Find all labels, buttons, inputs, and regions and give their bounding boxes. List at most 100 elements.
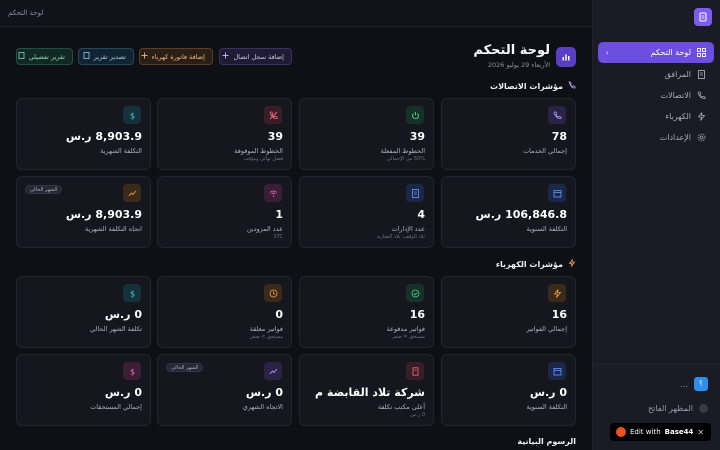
base44-logo-icon <box>616 427 626 437</box>
theme-toggle[interactable]: المظهر الفاتح <box>604 401 708 415</box>
kpi-card-providers: 1 عدد المزودين STC <box>157 176 292 248</box>
kpi-card-monthly-cost: $ 8,903.9 ر.س التكلفة الشهرية <box>16 98 151 170</box>
kpi-card-total-services: 78 إجمالي الخدمات <box>441 98 576 170</box>
kpi-card-paid-invoices: 16 فواتير مدفوعة مستحق = صفر <box>299 276 434 348</box>
kpi-sub: 50% من الإجمالي <box>386 156 425 162</box>
kpi-value: 1 <box>275 208 283 221</box>
file-icon <box>18 52 25 61</box>
badge-brand: Base44 <box>664 428 694 436</box>
kpi-label: الخطوط الموقوفة <box>234 147 283 155</box>
section-label: مؤشرات الاتصالات <box>490 81 563 91</box>
sidebar-item-communications[interactable]: الاتصالات <box>598 85 714 106</box>
phone-icon <box>697 91 706 100</box>
sidebar-item-label: الإعدادات <box>659 133 691 142</box>
kpi-card-suspended-lines: 39 الخطوط الموقوفة فصل نهائي ومؤقت <box>157 98 292 170</box>
power-icon <box>406 106 424 124</box>
current-month-tag: الشهر الحالي <box>166 363 204 372</box>
kpi-sub: STC <box>273 234 283 240</box>
building-icon <box>406 184 424 202</box>
kpi-card-pending-invoices: 0 فواتير معلقة مستحق > صفر <box>157 276 292 348</box>
file-icon <box>83 52 90 61</box>
add-call-record-button[interactable]: إضافة سجل اتصال <box>219 48 292 65</box>
kpi-card-elec-annual-cost: 0 ر.س التكلفة السنوية <box>441 354 576 426</box>
dollar-icon: $ <box>123 284 141 302</box>
phone-icon <box>568 81 576 91</box>
detailed-report-button[interactable]: تقرير تفصيلي <box>16 48 73 65</box>
svg-text:$: $ <box>129 367 134 376</box>
receipt-icon <box>406 362 424 380</box>
kpi-label: إجمالي الفواتير <box>526 325 567 333</box>
plus-icon <box>141 52 148 61</box>
section-label: مؤشرات الكهرباء <box>495 259 563 269</box>
calendar-icon <box>548 362 566 380</box>
badge-text: Edit with <box>630 428 661 436</box>
chevron-left-icon: ‹ <box>606 48 609 57</box>
detail-label: تقرير تفصيلي <box>28 52 65 61</box>
kpi-label: الاتجاه الشهري <box>242 403 283 411</box>
sidebar-item-label: المرافق <box>664 70 691 79</box>
kpi-sub: 0 ر.س <box>410 412 425 418</box>
kpi-label: أعلى مكتب تكلفة <box>377 403 425 411</box>
kpi-value: 8,903.9 ر.س <box>65 130 142 143</box>
kpi-sub: مستحق = صفر <box>392 334 425 340</box>
kpi-label: إجمالي الخدمات <box>522 147 567 155</box>
theme-toggle-label: المظهر الفاتح <box>647 403 693 413</box>
kpi-value: 0 ر.س <box>104 386 142 399</box>
svg-text:$: $ <box>129 289 134 298</box>
section-title-electricity: مؤشرات الكهرباء <box>496 259 576 269</box>
kpi-card-departments: 4 عدد الإدارات تلاد الوقف، تلاد العقارية <box>299 176 434 248</box>
add-electricity-invoice-button[interactable]: إضافة فاتورة كهرباء <box>139 48 213 65</box>
kpi-label: التكلفة الشهرية <box>100 147 142 155</box>
kpi-card-monthly-cost-trend: الشهر الحالي 8,903.9 ر.س اتجاه التكلفة ا… <box>16 176 151 248</box>
kpi-label: فواتير معلقة <box>249 325 283 333</box>
kpi-value: 106,846.8 ر.س <box>475 208 567 221</box>
avatar: ؟ <box>694 377 708 391</box>
kpi-value: 39 <box>409 130 425 143</box>
kpi-label: إجمالي المستحقات <box>90 403 142 411</box>
breadcrumb: لوحة التحكم <box>8 9 44 17</box>
kpi-sub: فصل نهائي ومؤقت <box>243 156 283 162</box>
kpi-label: عدد المزودين <box>246 225 283 233</box>
user-profile[interactable]: ؟ ... <box>604 377 708 391</box>
plus-icon <box>222 52 229 61</box>
kpi-card-top-office-cost: شركة تلاد القابضة م أعلى مكتب تكلفة 0 ر.… <box>299 354 434 426</box>
kpi-label: الخطوط المفعلة <box>380 147 425 155</box>
sidebar-item-label: الاتصالات <box>660 91 691 100</box>
kpi-value: 0 <box>275 308 283 321</box>
moon-icon <box>699 403 708 413</box>
kpi-card-total-dues: $ 0 ر.س إجمالي المستحقات <box>16 354 151 426</box>
kpi-card-current-month-cost: $ 0 ر.س تكلفة الشهر الحالي <box>16 276 151 348</box>
kpi-card-annual-cost: 106,846.8 ر.س التكلفة السنوية <box>441 176 576 248</box>
section-label: الرسوم البيانية <box>517 437 576 446</box>
dollar-icon: $ <box>123 362 141 380</box>
bolt-icon <box>548 284 566 302</box>
kpi-label: اتجاه التكلفة الشهرية <box>84 225 142 233</box>
kpi-value: 0 ر.س <box>245 386 283 399</box>
page-title: لوحة التحكم <box>473 43 550 58</box>
kpi-label: تكلفة الشهر الحالي <box>90 325 142 333</box>
sidebar-item-settings[interactable]: الإعدادات <box>598 127 714 148</box>
section-title-communications: مؤشرات الاتصالات <box>490 81 576 91</box>
sidebar-divider <box>592 364 720 365</box>
sidebar-item-dashboard[interactable]: لوحة التحكم ‹ <box>598 42 714 63</box>
add-invoice-label: إضافة فاتورة كهرباء <box>151 52 205 61</box>
top-bar: لوحة التحكم <box>0 0 592 27</box>
dashboard-chart-icon <box>556 47 576 67</box>
edit-with-base44-badge[interactable]: Edit with Base44 ✕ <box>610 423 711 441</box>
trend-icon <box>123 184 141 202</box>
kpi-value: 16 <box>409 308 425 321</box>
sidebar-item-electricity[interactable]: الكهرباء <box>598 106 714 127</box>
sidebar-item-label: لوحة التحكم <box>650 48 691 57</box>
kpi-label: عدد الإدارات <box>391 225 425 233</box>
phone-icon <box>548 106 566 124</box>
section-title-charts: الرسوم البيانية <box>517 437 576 446</box>
add-call-label: إضافة سجل اتصال <box>233 52 284 61</box>
app-logo-icon[interactable] <box>694 8 712 26</box>
gear-icon <box>697 133 706 142</box>
kpi-value: 8,903.9 ر.س <box>65 208 142 221</box>
close-icon[interactable]: ✕ <box>697 428 704 437</box>
sidebar-item-facilities[interactable]: المرافق <box>598 64 714 85</box>
kpi-value: 78 <box>551 130 567 143</box>
kpi-value: 0 ر.س <box>529 386 567 399</box>
export-report-button[interactable]: تصدير تقرير <box>78 48 134 65</box>
